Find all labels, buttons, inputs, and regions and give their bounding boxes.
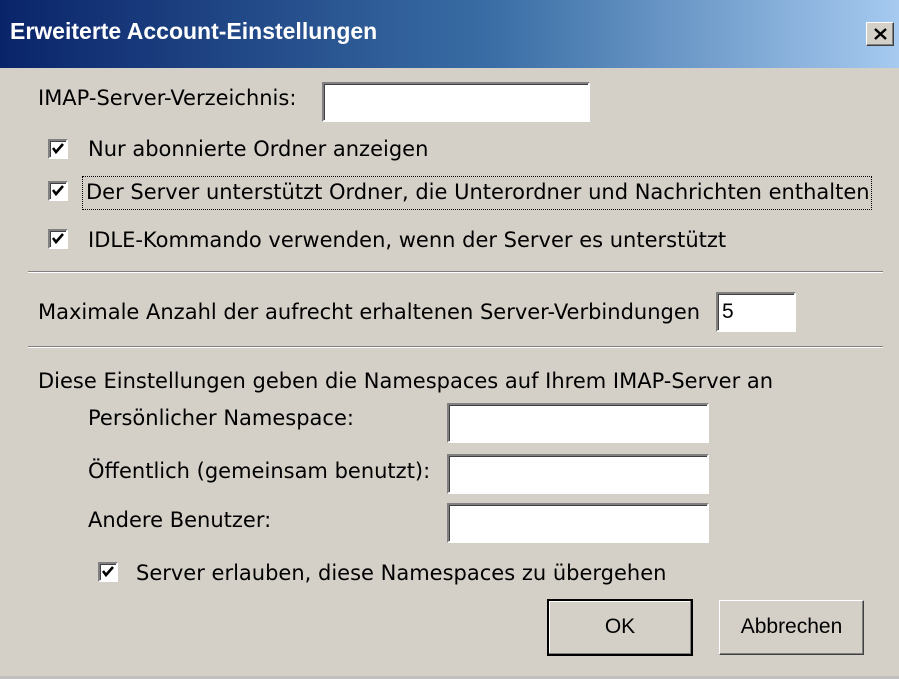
mixed-folders-label[interactable]: Der Server unterstützt Ordner, die Unter… bbox=[86, 180, 870, 204]
imap-dir-input[interactable] bbox=[322, 82, 590, 122]
ok-button[interactable]: OK bbox=[547, 599, 693, 656]
other-users-namespace-label: Andere Benutzer: bbox=[88, 508, 272, 532]
cancel-button-label: Abbrechen bbox=[740, 615, 843, 638]
separator bbox=[28, 346, 883, 348]
title-bar[interactable]: Erweiterte Account-Einstellungen bbox=[0, 0, 899, 68]
advanced-account-settings-dialog: Erweiterte Account-Einstellungen IMAP-Se… bbox=[0, 0, 899, 679]
close-button[interactable] bbox=[866, 22, 894, 46]
subscribed-only-label[interactable]: Nur abonnierte Ordner anzeigen bbox=[88, 137, 428, 161]
other-users-namespace-input[interactable] bbox=[447, 503, 709, 543]
ok-button-label: OK bbox=[604, 615, 636, 638]
close-icon bbox=[874, 28, 887, 40]
idle-checkbox[interactable] bbox=[48, 229, 68, 249]
idle-label[interactable]: IDLE-Kommando verwenden, wenn der Server… bbox=[88, 228, 726, 252]
max-connections-label: Maximale Anzahl der aufrecht erhaltenen … bbox=[38, 300, 701, 324]
subscribed-only-checkbox[interactable] bbox=[48, 139, 68, 159]
window-title: Erweiterte Account-Einstellungen bbox=[10, 18, 378, 44]
allow-override-label[interactable]: Server erlauben, diese Namespaces zu übe… bbox=[136, 561, 666, 585]
mixed-folders-checkbox[interactable] bbox=[48, 181, 68, 201]
max-connections-input[interactable] bbox=[716, 292, 796, 332]
public-namespace-label: Öffentlich (gemeinsam benutzt): bbox=[88, 459, 431, 483]
checkmark-icon bbox=[51, 233, 64, 245]
cancel-button[interactable]: Abbrechen bbox=[719, 600, 864, 655]
public-namespace-input[interactable] bbox=[447, 454, 709, 494]
checkmark-icon bbox=[101, 566, 114, 578]
allow-override-checkbox[interactable] bbox=[98, 562, 118, 582]
separator bbox=[28, 271, 883, 273]
checkmark-icon bbox=[51, 185, 64, 197]
checkmark-icon bbox=[51, 143, 64, 155]
imap-dir-label: IMAP-Server-Verzeichnis: bbox=[38, 86, 297, 110]
personal-namespace-input[interactable] bbox=[447, 403, 709, 443]
namespaces-intro: Diese Einstellungen geben die Namespaces… bbox=[38, 369, 774, 393]
personal-namespace-label: Persönlicher Namespace: bbox=[88, 406, 354, 430]
